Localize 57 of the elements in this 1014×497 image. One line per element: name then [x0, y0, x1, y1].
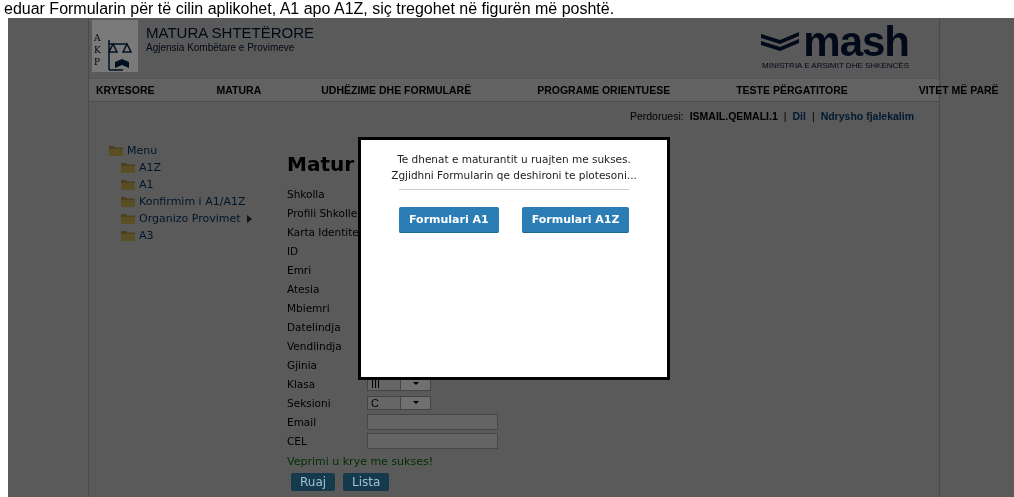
user-label: Perdoruesi: — [629, 110, 684, 122]
field-label: Atesia — [287, 282, 321, 295]
success-message: Veprimi u krye me sukses! — [287, 454, 434, 470]
input-field[interactable] — [367, 413, 498, 430]
logo-letter: K — [94, 44, 101, 56]
menu-item[interactable]: A3 — [121, 227, 287, 244]
nav-link[interactable]: PROGRAME ORIENTUESE — [537, 84, 671, 96]
logo-letter: A — [94, 32, 101, 44]
field-label: Gjinia — [287, 358, 318, 371]
field-label: Email — [287, 415, 318, 428]
ministry-name: MINISTRIA E ARSIMIT DHE SHKENCËS — [762, 61, 909, 70]
field-label: Emri — [287, 263, 313, 276]
username: ISMAIL.QEMALI.1 — [689, 110, 778, 122]
logo-letter: P — [94, 56, 101, 68]
field-label: ID — [287, 244, 300, 257]
form-button[interactable]: Ruaj — [291, 473, 336, 491]
user-link[interactable]: Ndrysho fjalekalim — [820, 110, 914, 122]
site-title: MATURA SHTETËRORE — [146, 24, 315, 41]
folder-icon — [121, 162, 135, 173]
nav-link[interactable]: TESTE PËRGATITORE — [736, 84, 848, 96]
menu-item[interactable]: A1 — [121, 176, 287, 193]
folder-icon — [121, 196, 135, 207]
field-label: Shkolla — [287, 187, 326, 200]
form-choice-button[interactable]: Formulari A1Z — [521, 207, 630, 233]
user-link[interactable]: Dil — [792, 110, 806, 122]
input-field[interactable] — [367, 432, 498, 449]
book-stack-icon — [761, 30, 800, 54]
nav-link[interactable]: VITET MË PARË — [918, 84, 999, 96]
field-label: Karta Identite — [287, 225, 360, 238]
separator: | — [811, 110, 815, 122]
field-label: Seksioni — [287, 396, 332, 409]
caption-text: eduar Formularin për të cilin aplikohet, A1 apo A1Z, siç tregohet në figurën më poshtë. — [3, 0, 616, 18]
nav-link[interactable]: KRYESORE — [96, 84, 155, 96]
site-subtitle: Agjensia Kombëtare e Provimeve — [146, 42, 296, 53]
field-label: Klasa — [287, 377, 317, 390]
field-label: Profili Shkolle — [287, 206, 359, 219]
dialog-message: Te dhenat e maturantit u ruajten me sukses. — [397, 152, 631, 167]
field-label: Datelindja — [287, 320, 342, 333]
dropdown[interactable]: C — [367, 395, 431, 410]
field-label: CEL — [287, 434, 308, 447]
folder-icon — [121, 179, 135, 190]
page-title: Matur — [287, 151, 355, 178]
nav-link[interactable]: UDHËZIME DHE FORMULARË — [321, 84, 472, 96]
logo-wordmark: mash — [803, 24, 909, 60]
menu-item[interactable]: A1Z — [121, 159, 287, 176]
menu-item[interactable]: Organizo Provimet — [121, 210, 287, 227]
form-choice-button[interactable]: Formulari A1 — [399, 207, 499, 233]
menu-item[interactable]: Menu — [109, 142, 287, 159]
field-label: Vendlindja — [287, 339, 343, 352]
form-button[interactable]: Lista — [343, 473, 390, 491]
dialog-message: Zgjidhni Formularin qe deshironi te plotesoni... — [391, 168, 637, 183]
nav-link[interactable]: MATURA — [216, 84, 262, 96]
folder-icon — [121, 230, 135, 241]
separator: | — [783, 110, 787, 122]
folder-icon — [109, 145, 123, 156]
folder-icon — [121, 213, 135, 224]
field-label: Mbiemri — [287, 301, 331, 314]
